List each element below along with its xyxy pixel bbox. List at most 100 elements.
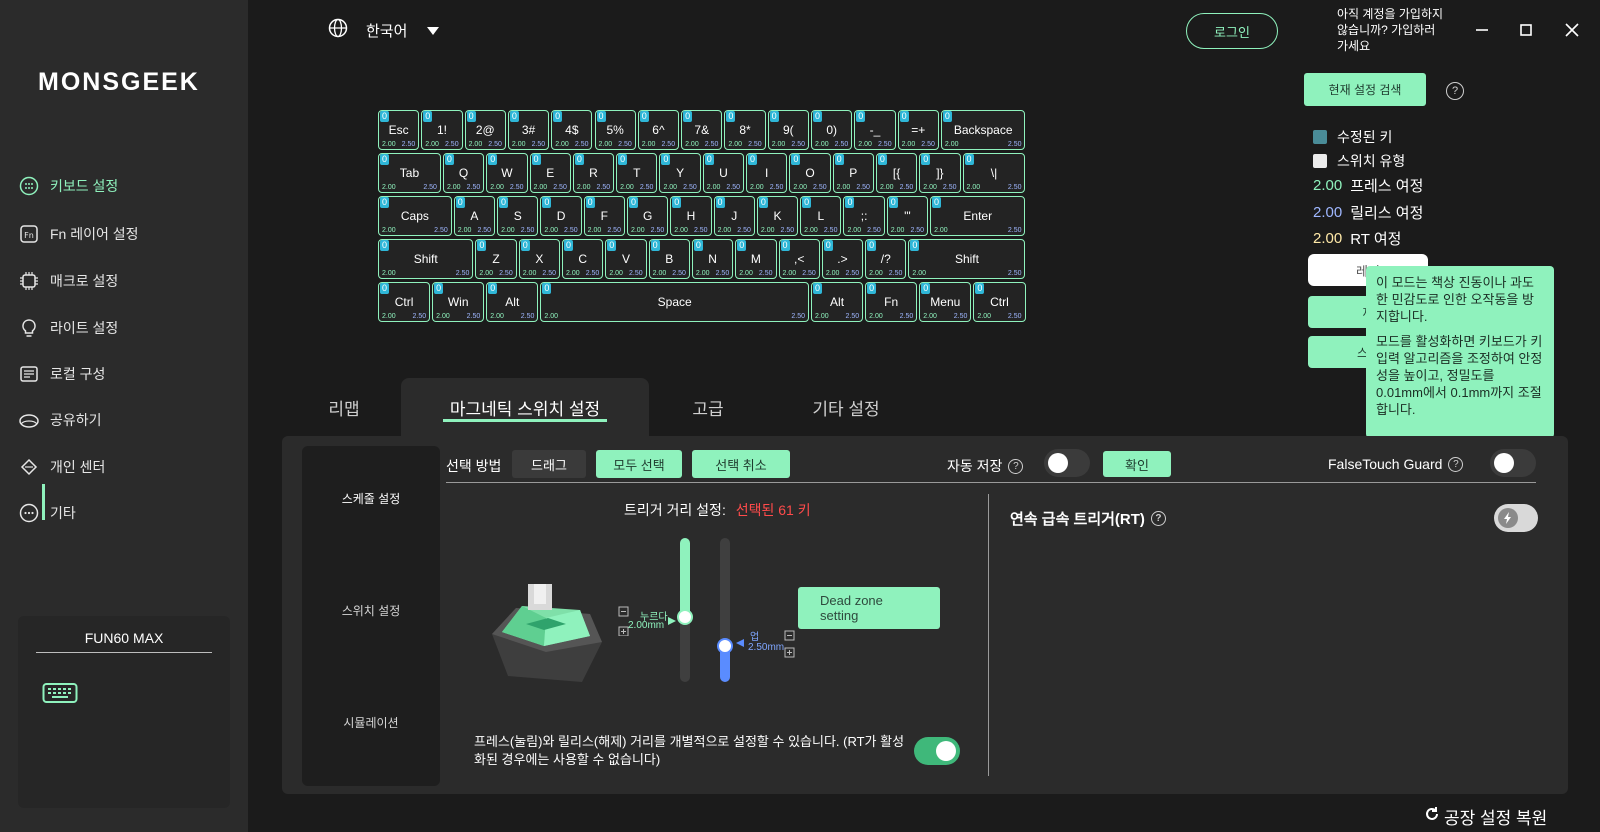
maximize-icon[interactable] xyxy=(1514,18,1538,42)
key-3-1[interactable]: 0 Z 2.00 2.50 xyxy=(475,239,517,279)
key-0-5[interactable]: 0 5% 2.00 2.50 xyxy=(594,110,636,150)
key-1-0[interactable]: 0 Tab 2.00 2.50 xyxy=(378,153,441,193)
key-4-7[interactable]: 0 Ctrl 2.00 2.50 xyxy=(973,282,1026,322)
key-3-9[interactable]: 0 .> 2.00 2.50 xyxy=(821,239,864,279)
separate-trigger-toggle[interactable] xyxy=(914,737,960,765)
key-0-6[interactable]: 0 6^ 2.00 2.50 xyxy=(637,110,680,150)
key-2-10[interactable]: 0;: 2.00 2.50 xyxy=(843,196,885,236)
sidebar-item-fn-layer[interactable]: Fn Fn 레이어 설정 xyxy=(18,219,139,249)
sidebar-item-personal-center[interactable]: 개인 센터 xyxy=(18,452,105,482)
dead-zone-button[interactable]: Dead zone setting xyxy=(798,587,940,629)
key-4-5[interactable]: 0 Fn 2.00 2.50 xyxy=(865,282,918,322)
search-current-settings-button[interactable]: 현재 설정 검색 xyxy=(1304,73,1426,106)
help-icon[interactable]: ? xyxy=(1448,456,1464,472)
key-4-4[interactable]: 0 Alt 2.00 2.50 xyxy=(811,282,864,322)
key-3-11[interactable]: 0 Shift 2.00 2.50 xyxy=(908,239,1026,279)
key-1-4[interactable]: 0 R 2.00 2.50 xyxy=(572,153,615,193)
key-1-1[interactable]: 0 Q 2.00 2.50 xyxy=(442,153,485,193)
key-3-0[interactable]: 0 Shift 2.00 2.50 xyxy=(378,239,474,279)
key-1-3[interactable]: 0 E 2.00 2.50 xyxy=(529,153,571,193)
key-2-3[interactable]: 0 D 2.00 2.50 xyxy=(540,196,582,236)
key-2-9[interactable]: 0 L 2.00 2.50 xyxy=(800,196,842,236)
minimize-icon[interactable] xyxy=(1470,18,1494,42)
help-icon[interactable]: ? xyxy=(1008,458,1024,474)
signup-link[interactable]: 아직 계정을 가입하지 않습니까? 가입하러 가세요 xyxy=(1337,6,1449,54)
tab-other-settings[interactable]: 기타 설정 xyxy=(784,378,908,436)
tab-magnetic-switch[interactable]: 마그네틱 스위치 설정 xyxy=(401,378,649,436)
autosave-toggle[interactable] xyxy=(1044,449,1090,477)
key-1-11[interactable]: 0 [{2.00 2.50 xyxy=(875,153,918,193)
key-3-7[interactable]: 0 M 2.00 2.50 xyxy=(735,239,777,279)
help-icon[interactable]: ? xyxy=(1446,82,1464,100)
drag-button[interactable]: 드래그 xyxy=(512,450,586,478)
press-slider[interactable] xyxy=(677,538,693,682)
sidebar-item-other[interactable]: 기타 xyxy=(18,498,76,528)
key-2-12[interactable]: 0 Enter 2.00 2.50 xyxy=(930,196,1026,236)
close-icon[interactable] xyxy=(1560,18,1584,42)
key-0-1[interactable]: 0 1! 2.00 2.50 xyxy=(421,110,463,150)
key-0-13[interactable]: 0 Backspace 2.00 2.50 xyxy=(940,110,1026,150)
key-4-2[interactable]: 0 Alt 2.00 2.50 xyxy=(486,282,539,322)
release-zoom-controls[interactable] xyxy=(784,630,796,665)
key-1-8[interactable]: 0 I 2.00 2.50 xyxy=(746,153,788,193)
tab-advanced[interactable]: 고급 xyxy=(668,378,748,436)
key-0-12[interactable]: 0 =+ 2.00 2.50 xyxy=(897,110,939,150)
key-3-8[interactable]: 0 ,< 2.00 2.50 xyxy=(778,239,820,279)
release-slider[interactable] xyxy=(717,538,733,682)
key-4-1[interactable]: 0 Win 2.00 2.50 xyxy=(432,282,485,322)
key-3-2[interactable]: 0 X 2.00 2.50 xyxy=(518,239,561,279)
key-1-12[interactable]: 0]} 2.00 2.50 xyxy=(919,153,961,193)
sidebar-item-local-config[interactable]: 로컬 구성 xyxy=(18,359,105,389)
key-0-0[interactable]: 0 Esc 2.00 2.50 xyxy=(378,110,420,150)
key-1-9[interactable]: 0 O 2.00 2.50 xyxy=(789,153,831,193)
confirm-button[interactable]: 확인 xyxy=(1103,451,1171,477)
key-4-6[interactable]: 0 Menu 2.00 2.50 xyxy=(919,282,972,322)
rt-toggle[interactable] xyxy=(1494,504,1538,532)
key-0-3[interactable]: 0 3# 2.00 2.50 xyxy=(507,110,550,150)
key-2-7[interactable]: 0 J 2.00 2.50 xyxy=(713,196,755,236)
falsetouch-toggle[interactable] xyxy=(1490,449,1536,477)
key-1-5[interactable]: 0 T 2.00 2.50 xyxy=(616,153,658,193)
subnav-schedule[interactable]: 스케줄 설정 xyxy=(302,490,440,507)
tab-remap[interactable]: 리맵 xyxy=(300,378,388,436)
key-2-2[interactable]: 0 S 2.00 2.50 xyxy=(497,196,539,236)
key-0-9[interactable]: 0 9(2.00 2.50 xyxy=(767,110,809,150)
key-4-3[interactable]: 0 Space 2.00 2.50 xyxy=(540,282,809,322)
key-2-4[interactable]: 0 F 2.00 2.50 xyxy=(583,196,625,236)
key-2-0[interactable]: 0 Caps 2.00 2.50 xyxy=(378,196,452,236)
deselect-button[interactable]: 선택 취소 xyxy=(692,450,790,478)
login-button[interactable]: 로그인 xyxy=(1186,13,1278,49)
key-2-5[interactable]: 0 G 2.00 2.50 xyxy=(626,196,669,236)
key-4-0[interactable]: 0 Ctrl 2.00 2.50 xyxy=(378,282,431,322)
key-3-3[interactable]: 0 C 2.00 2.50 xyxy=(562,239,604,279)
key-3-6[interactable]: 0 N 2.00 2.50 xyxy=(691,239,734,279)
key-0-7[interactable]: 0 7& 2.00 2.50 xyxy=(681,110,723,150)
key-2-1[interactable]: 0 A 2.00 2.50 xyxy=(453,196,496,236)
language-selector[interactable]: 한국어 xyxy=(328,18,440,42)
key-3-10[interactable]: 0/? 2.00 2.50 xyxy=(865,239,907,279)
key-2-8[interactable]: 0 K 2.00 2.50 xyxy=(756,196,799,236)
sidebar-item-light[interactable]: 라이트 설정 xyxy=(18,313,118,343)
key-1-6[interactable]: 0 Y 2.00 2.50 xyxy=(659,153,701,193)
key-2-6[interactable]: 0 H 2.00 2.50 xyxy=(670,196,712,236)
release-slider-handle[interactable] xyxy=(717,638,733,654)
help-icon[interactable]: ? xyxy=(1150,511,1166,526)
factory-reset-button[interactable]: 공장 설정 복원 xyxy=(1424,804,1547,829)
sidebar-item-share[interactable]: 공유하기 xyxy=(18,405,102,435)
key-3-5[interactable]: 0 B 2.00 2.50 xyxy=(648,239,690,279)
key-1-10[interactable]: 0 P 2.00 2.50 xyxy=(832,153,874,193)
subnav-switch[interactable]: 스위치 설정 xyxy=(302,602,440,619)
key-3-4[interactable]: 0 V 2.00 2.50 xyxy=(605,239,647,279)
key-0-2[interactable]: 0 2@ 2.00 2.50 xyxy=(464,110,506,150)
key-1-7[interactable]: 0 U 2.00 2.50 xyxy=(702,153,745,193)
subnav-simulation[interactable]: 시뮬레이션 xyxy=(302,714,440,731)
key-2-11[interactable]: 0 '" 2.00 2.50 xyxy=(886,196,929,236)
sidebar-item-keyboard-settings[interactable]: 키보드 설정 xyxy=(18,171,118,201)
key-0-10[interactable]: 0 0) 2.00 2.50 xyxy=(811,110,853,150)
key-0-4[interactable]: 0 4$ 2.00 2.50 xyxy=(551,110,593,150)
key-0-8[interactable]: 0 8* 2.00 2.50 xyxy=(724,110,766,150)
key-1-13[interactable]: 0 \| 2.00 2.50 xyxy=(962,153,1026,193)
select-all-button[interactable]: 모두 선택 xyxy=(596,450,682,478)
sidebar-item-macro[interactable]: 매크로 설정 xyxy=(18,266,118,296)
key-0-11[interactable]: 0 -_ 2.00 2.50 xyxy=(854,110,896,150)
